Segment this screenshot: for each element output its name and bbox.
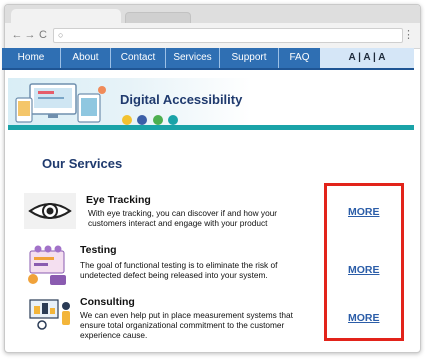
browser-menu-icon[interactable]: ⋮ [403,28,414,41]
banner-strip [8,125,414,130]
eye-icon [122,114,132,125]
service-title: Eye Tracking [86,194,151,206]
font-size-controls[interactable]: A | A | A [320,48,414,68]
service-description: With eye tracking, you can discover if a… [88,208,278,228]
nav-home[interactable]: Home [2,48,61,68]
back-icon[interactable]: ← [11,28,23,42]
banner: Digital Accessibility [8,78,414,134]
service-description: We can even help put in place measuremen… [80,310,293,340]
accessibility-icons [122,111,179,125]
new-tab-button[interactable] [125,12,191,23]
nav-support[interactable]: Support [220,48,279,68]
service-item-eye-tracking: Eye Tracking With eye tracking, you can … [20,193,320,233]
browser-titlebar [5,5,420,23]
consulting-illustration-icon [24,296,76,330]
devices-illustration-icon [15,83,106,123]
browser-tab[interactable] [11,9,121,23]
hand-icon [152,114,163,125]
service-description: The goal of functional testing is to eli… [80,260,278,280]
address-bar[interactable]: ○ [53,28,403,43]
main-nav: Home About Contact Services Support FAQ … [2,48,414,70]
nav-faq[interactable]: FAQ [279,48,320,68]
browser-toolbar: ← → C ○ ⋮ [5,23,420,49]
nav-contact[interactable]: Contact [111,48,166,68]
service-item-testing: Testing The goal of functional testing i… [20,243,320,288]
service-title: Consulting [80,296,135,308]
nav-services[interactable]: Services [166,48,220,68]
banner-title: Digital Accessibility [120,92,243,107]
nav-about[interactable]: About [61,48,111,68]
reload-icon[interactable]: C [37,28,49,42]
service-item-consulting: Consulting We can even help put in place… [20,296,320,346]
service-title: Testing [80,244,117,256]
highlight-box [324,183,404,341]
forward-icon[interactable]: → [24,28,36,42]
search-icon: ○ [58,30,64,40]
testing-illustration-icon [24,243,72,287]
section-title: Our Services [42,156,123,171]
eye-icon [24,193,76,229]
